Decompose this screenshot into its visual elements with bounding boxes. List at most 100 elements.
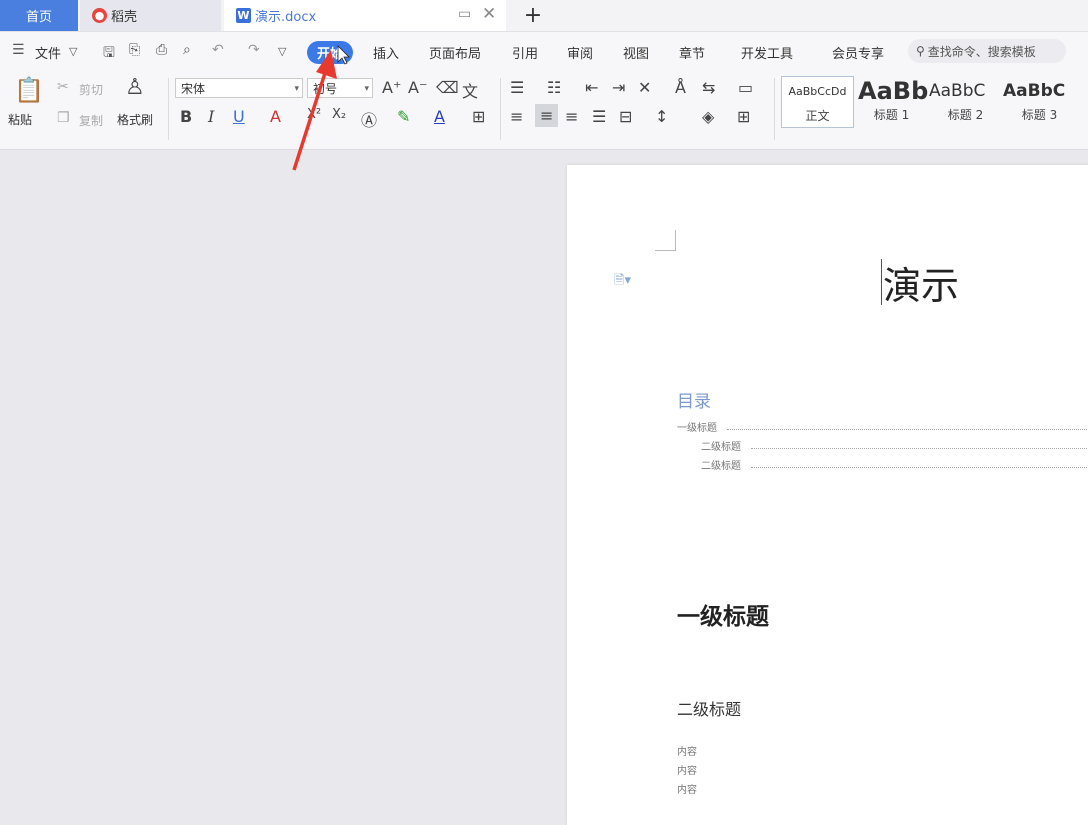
- style-caption: 标题 2: [947, 108, 984, 122]
- new-tab-button[interactable]: +: [516, 0, 550, 31]
- menu-developer[interactable]: 开发工具: [741, 43, 793, 62]
- style-gallery: AaBbCcDd 正文 AaBb 标题 1 AaBbC 标题 2 AaBbC 标…: [781, 76, 1088, 128]
- toc-leader: [727, 429, 1088, 430]
- menu-chapter[interactable]: 章节: [679, 43, 705, 62]
- menu-icon[interactable]: ☰: [12, 42, 25, 58]
- shrink-font-icon[interactable]: A⁻: [408, 78, 427, 97]
- tab-bar: 首页 ● 稻壳 W 演示.docx ▭ ✕ +: [0, 0, 1088, 32]
- char-border-icon[interactable]: ⊞: [472, 107, 485, 126]
- menu-start[interactable]: 开始: [307, 41, 354, 64]
- sort-icon[interactable]: ⇆: [702, 78, 715, 97]
- print-preview-icon[interactable]: ⌕: [183, 42, 191, 58]
- toc-entry[interactable]: 一级标题: [677, 419, 717, 434]
- paste-button[interactable]: 粘贴: [8, 111, 32, 128]
- grow-font-icon[interactable]: A⁺: [382, 78, 401, 97]
- chevron-down-icon: ▾: [364, 84, 369, 94]
- heading-2[interactable]: 二级标题: [677, 696, 741, 720]
- font-color-icon[interactable]: A: [434, 107, 445, 126]
- menu-review[interactable]: 审阅: [567, 43, 593, 62]
- menu-page-layout[interactable]: 页面布局: [429, 43, 481, 62]
- phonetic-icon[interactable]: 文: [462, 78, 478, 102]
- style-heading-3[interactable]: AaBbC 标题 3: [1003, 76, 1076, 128]
- paragraph-layout-icon[interactable]: 🗎▾: [614, 271, 631, 293]
- bullet-list-icon[interactable]: ☰: [510, 78, 524, 97]
- shading-icon[interactable]: ◈: [702, 107, 714, 126]
- distribute-icon[interactable]: ⊟: [619, 107, 632, 126]
- tab-home-label: 首页: [25, 10, 52, 25]
- heading-1[interactable]: 一级标题: [677, 597, 769, 631]
- menu-view[interactable]: 视图: [623, 43, 649, 62]
- font-size-value: 初号: [313, 82, 338, 96]
- borders-icon[interactable]: ⊞: [737, 107, 750, 126]
- align-left-icon[interactable]: ≡: [510, 107, 523, 126]
- body-text[interactable]: 内容: [677, 743, 697, 758]
- justify-icon[interactable]: ☰: [592, 107, 606, 126]
- tab-home[interactable]: 首页: [0, 0, 78, 31]
- body-text[interactable]: 内容: [677, 762, 697, 777]
- style-caption: 正文: [805, 109, 830, 123]
- toc-heading[interactable]: 目录: [677, 387, 711, 412]
- align-center-icon[interactable]: ≡: [535, 104, 559, 127]
- numbered-list-icon[interactable]: ☷: [547, 78, 561, 97]
- menu-member[interactable]: 会员专享: [832, 43, 884, 62]
- increase-indent-icon[interactable]: ⇥: [612, 78, 625, 97]
- toc-leader: [751, 448, 1088, 449]
- bold-icon[interactable]: B: [180, 107, 192, 126]
- strikethrough-icon[interactable]: A: [270, 107, 281, 126]
- style-sample: AaBb: [858, 77, 928, 105]
- copy-button[interactable]: 复制: [79, 112, 103, 129]
- style-normal[interactable]: AaBbCcDd 正文: [781, 76, 854, 128]
- pin-icon[interactable]: ▭: [458, 6, 471, 22]
- line-spacing-icon[interactable]: ↕: [655, 107, 668, 126]
- document-page[interactable]: 🗎▾ 演示 目录 一级标题 二级标题 二级标题 一级标题 二级标题 内容 内容 …: [567, 165, 1088, 825]
- italic-icon[interactable]: I: [208, 107, 214, 126]
- style-heading-2[interactable]: AaBbC 标题 2: [929, 76, 1002, 128]
- search-placeholder: 查找命令、搜索模板: [927, 44, 1036, 59]
- ribbon: 📋 粘贴 ✂ 剪切 ❐ 复制 ♙ 格式刷 宋体 ▾ 初号 ▾ A⁺ A⁻ ⌫ 文…: [0, 70, 1088, 150]
- text-cursor: [881, 259, 882, 305]
- format-painter-button[interactable]: 格式刷: [117, 111, 153, 128]
- superscript-icon[interactable]: X²: [307, 107, 321, 122]
- print-icon[interactable]: ⎙: [156, 42, 167, 58]
- chinese-layout-icon[interactable]: ✕: [638, 78, 651, 97]
- toc-leader: [751, 467, 1088, 468]
- new-tab-label: +: [523, 3, 543, 28]
- toc-entry[interactable]: 二级标题: [701, 438, 741, 453]
- cut-button[interactable]: 剪切: [79, 81, 103, 98]
- file-chevron-icon[interactable]: ▽: [69, 45, 77, 58]
- document-title[interactable]: 演示: [883, 255, 959, 310]
- menu-file[interactable]: 文件: [35, 43, 61, 62]
- ruler-icon[interactable]: ▭: [738, 78, 753, 97]
- format-painter-icon[interactable]: ♙: [125, 75, 145, 100]
- cut-icon[interactable]: ✂: [57, 79, 69, 95]
- redo-icon[interactable]: ↷: [248, 42, 260, 58]
- divider: [774, 78, 775, 140]
- toc-entry[interactable]: 二级标题: [701, 457, 741, 472]
- menu-insert[interactable]: 插入: [373, 43, 399, 62]
- tab-daoke[interactable]: ● 稻壳: [80, 0, 221, 31]
- style-sample: AaBbC: [929, 81, 986, 101]
- customize-chevron-icon[interactable]: ▽: [278, 45, 286, 58]
- decrease-indent-icon[interactable]: ⇤: [585, 78, 598, 97]
- align-right-icon[interactable]: ≡: [565, 107, 578, 126]
- subscript-icon[interactable]: X₂: [332, 107, 346, 122]
- copy-icon[interactable]: ❐: [57, 110, 70, 126]
- font-name-select[interactable]: 宋体 ▾: [175, 78, 303, 98]
- menu-references[interactable]: 引用: [512, 43, 538, 62]
- export-icon[interactable]: ⎘: [129, 42, 140, 58]
- text-effect-icon[interactable]: Ⓐ: [361, 107, 377, 131]
- close-tab-icon[interactable]: ✕: [482, 4, 496, 24]
- body-text[interactable]: 内容: [677, 781, 697, 796]
- chevron-down-icon: ▾: [294, 84, 299, 94]
- underline-icon[interactable]: U: [233, 107, 245, 126]
- command-search[interactable]: ⚲ 查找命令、搜索模板: [908, 39, 1066, 63]
- paste-icon[interactable]: 📋: [14, 76, 44, 104]
- font-size-select[interactable]: 初号 ▾: [307, 78, 373, 98]
- save-icon[interactable]: 🖫: [103, 42, 115, 66]
- style-caption: 标题 3: [1021, 108, 1058, 122]
- highlight-icon[interactable]: ✎: [397, 107, 410, 126]
- show-marks-icon[interactable]: Å: [675, 78, 686, 97]
- style-heading-1[interactable]: AaBb 标题 1: [855, 76, 928, 128]
- clear-format-icon[interactable]: ⌫: [436, 78, 459, 97]
- undo-icon[interactable]: ↶: [212, 42, 224, 58]
